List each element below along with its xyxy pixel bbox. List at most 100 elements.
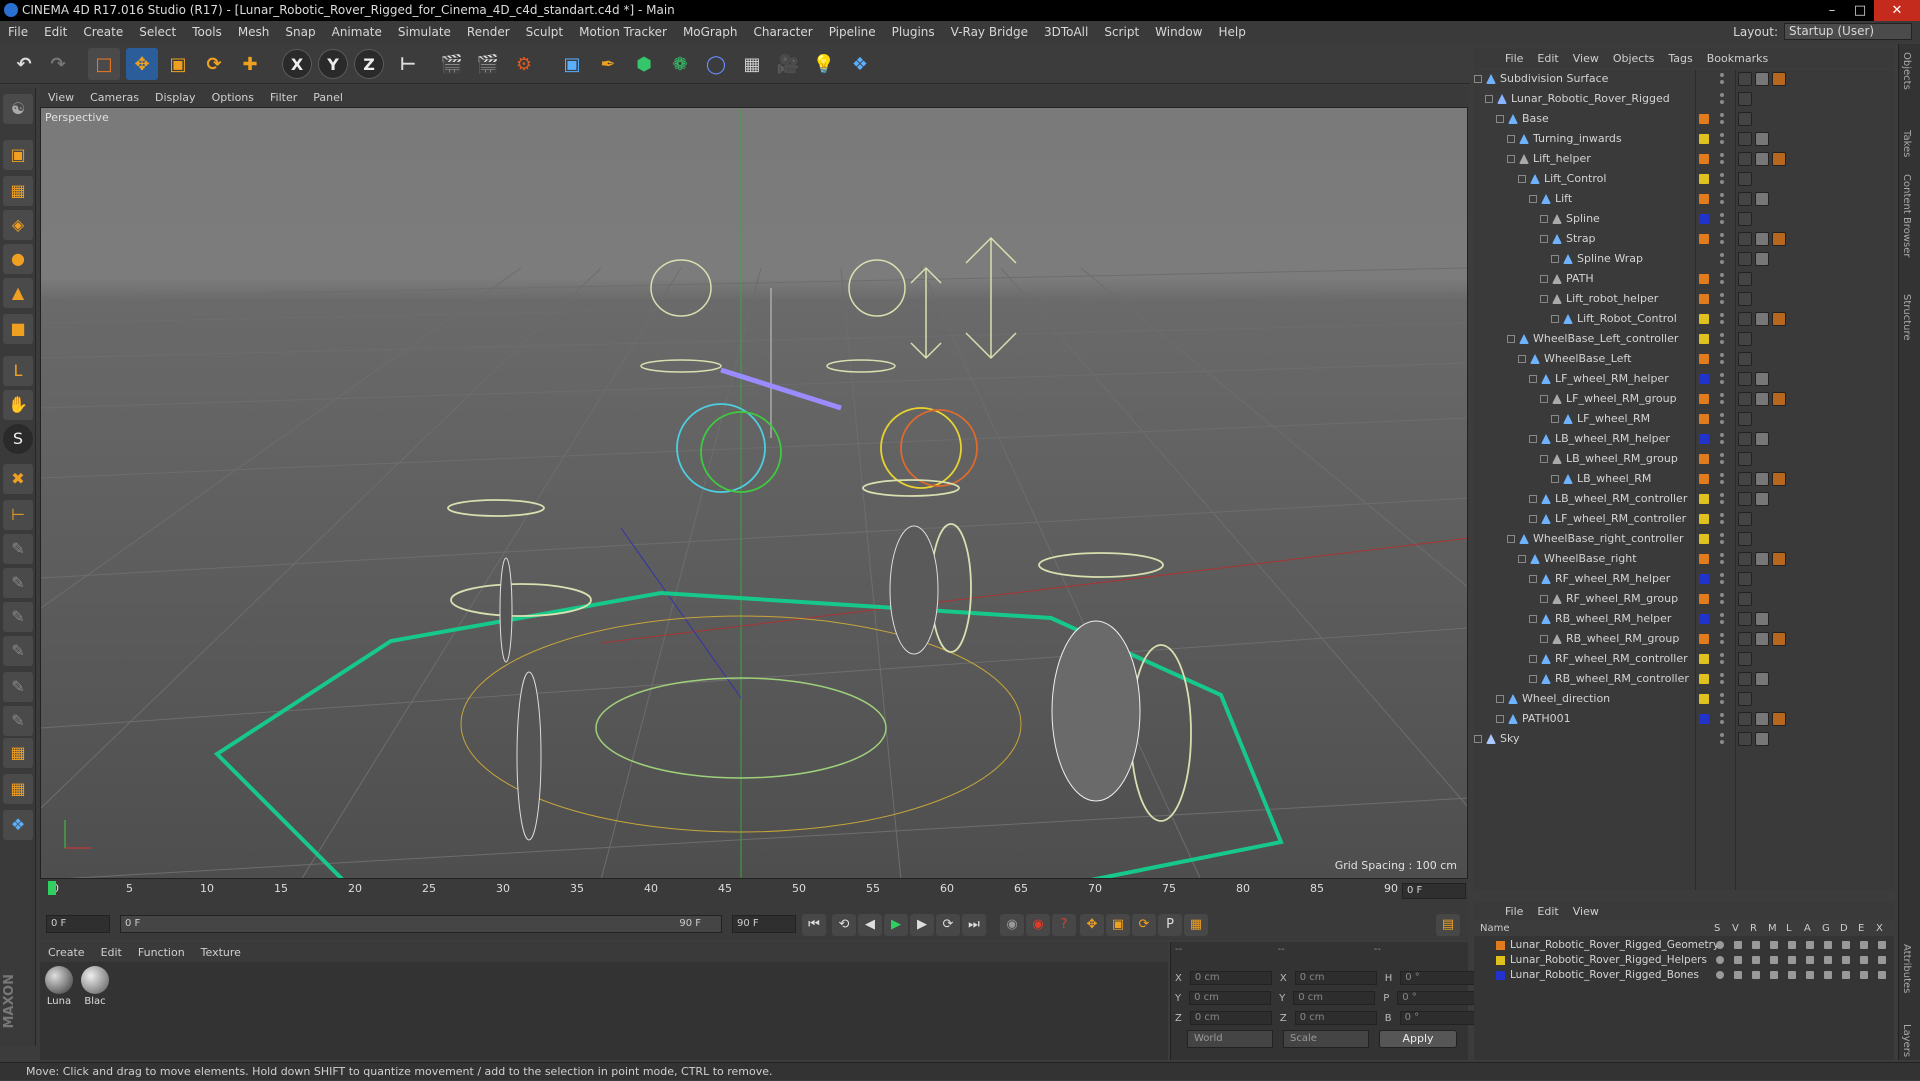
y-axis-lock-icon[interactable]: Y xyxy=(318,49,348,79)
layer-column-header[interactable]: X xyxy=(1876,923,1883,934)
side-tab-objects[interactable]: Objects xyxy=(1901,52,1912,90)
editor-visibility-dot[interactable] xyxy=(1720,513,1724,517)
layer-column-header[interactable]: M xyxy=(1768,923,1777,934)
point-level-key-icon[interactable]: ▦ xyxy=(1184,914,1208,936)
object-layer-swatch[interactable] xyxy=(1699,594,1709,604)
layer-toggle-icon[interactable] xyxy=(1860,971,1868,979)
points-mode-icon[interactable]: ● xyxy=(3,244,33,274)
expand-toggle-icon[interactable] xyxy=(1507,135,1515,143)
menu-pipeline[interactable]: Pipeline xyxy=(821,25,884,39)
menu-sculpt[interactable]: Sculpt xyxy=(518,25,571,39)
editor-visibility-dot[interactable] xyxy=(1720,333,1724,337)
tag-icon[interactable] xyxy=(1772,312,1786,326)
size-x-field[interactable]: 0 cm xyxy=(1294,971,1377,985)
object-row[interactable]: Lift_Control xyxy=(1474,170,1894,189)
expand-toggle-icon[interactable] xyxy=(1540,215,1548,223)
editor-visibility-dot[interactable] xyxy=(1720,673,1724,677)
expand-toggle-icon[interactable] xyxy=(1540,395,1548,403)
move-tool-icon[interactable]: ✥ xyxy=(126,48,158,80)
scale-key-icon[interactable]: ▣ xyxy=(1106,914,1130,936)
layer-toggle-icon[interactable] xyxy=(1806,941,1814,949)
render-visibility-dot[interactable] xyxy=(1720,580,1724,584)
object-row[interactable]: RF_wheel_RM_group xyxy=(1474,590,1894,609)
render-visibility-dot[interactable] xyxy=(1720,340,1724,344)
close-button[interactable]: ✕ xyxy=(1874,0,1920,21)
object-row[interactable]: Lift_helper xyxy=(1474,150,1894,169)
tag-icon[interactable] xyxy=(1755,432,1769,446)
object-layer-swatch[interactable] xyxy=(1699,154,1709,164)
object-layer-swatch[interactable] xyxy=(1699,214,1709,224)
side-tab-attributes[interactable]: Attributes xyxy=(1901,944,1912,993)
axis-mode-icon[interactable]: L xyxy=(3,356,33,386)
editor-visibility-dot[interactable] xyxy=(1720,133,1724,137)
expand-toggle-icon[interactable] xyxy=(1507,335,1515,343)
expand-toggle-icon[interactable] xyxy=(1540,635,1548,643)
layer-column-header[interactable]: R xyxy=(1750,923,1757,934)
menu-script[interactable]: Script xyxy=(1096,25,1147,39)
object-row[interactable]: LF_wheel_RM_helper xyxy=(1474,370,1894,389)
render-picture-viewer-icon[interactable]: 🎬 xyxy=(472,48,504,80)
menu-help[interactable]: Help xyxy=(1210,25,1253,39)
tag-icon[interactable] xyxy=(1738,212,1752,226)
record-active-icon[interactable]: ◉ xyxy=(1000,914,1024,936)
live-selection-icon[interactable]: □ xyxy=(88,48,120,80)
expand-toggle-icon[interactable] xyxy=(1518,175,1526,183)
tag-icon[interactable] xyxy=(1755,152,1769,166)
expand-toggle-icon[interactable] xyxy=(1551,475,1559,483)
layout-dropdown[interactable]: Startup (User) xyxy=(1784,23,1912,40)
object-row[interactable]: LB_wheel_RM xyxy=(1474,470,1894,489)
layer-toggle-icon[interactable] xyxy=(1878,971,1886,979)
previous-key-icon[interactable]: ⟲ xyxy=(832,914,856,936)
tag-icon[interactable] xyxy=(1755,252,1769,266)
tag-icon[interactable] xyxy=(1738,392,1752,406)
object-row[interactable]: WheelBase_Left_controller xyxy=(1474,330,1894,349)
object-layer-swatch[interactable] xyxy=(1699,194,1709,204)
layer-column-header[interactable]: E xyxy=(1858,923,1864,934)
render-visibility-dot[interactable] xyxy=(1720,660,1724,664)
parameter-key-icon[interactable]: P xyxy=(1158,914,1182,936)
expand-toggle-icon[interactable] xyxy=(1507,155,1515,163)
tag-icon[interactable] xyxy=(1738,192,1752,206)
object-layer-swatch[interactable] xyxy=(1699,354,1709,364)
position-x-field[interactable]: 0 cm xyxy=(1189,971,1272,985)
sculpt-brush-icon[interactable]: ✎ xyxy=(3,534,33,564)
menu-3dtoall[interactable]: 3DToAll xyxy=(1036,25,1096,39)
render-visibility-dot[interactable] xyxy=(1720,420,1724,424)
expand-toggle-icon[interactable] xyxy=(1540,455,1548,463)
object-menu-objects[interactable]: Objects xyxy=(1606,52,1662,65)
expand-toggle-icon[interactable] xyxy=(1540,295,1548,303)
tag-icon[interactable] xyxy=(1738,512,1752,526)
z-axis-lock-icon[interactable]: Z xyxy=(354,49,384,79)
object-row[interactable]: PATH xyxy=(1474,270,1894,289)
layer-toggle-icon[interactable] xyxy=(1824,971,1832,979)
render-visibility-dot[interactable] xyxy=(1720,440,1724,444)
editor-visibility-dot[interactable] xyxy=(1720,233,1724,237)
timeline-window-icon[interactable]: ▤ xyxy=(1436,914,1460,936)
object-layer-swatch[interactable] xyxy=(1699,334,1709,344)
render-visibility-dot[interactable] xyxy=(1720,180,1724,184)
layer-toggle-icon[interactable] xyxy=(1734,941,1742,949)
position-key-icon[interactable]: ✥ xyxy=(1080,914,1104,936)
tag-icon[interactable] xyxy=(1738,172,1752,186)
object-row[interactable]: LF_wheel_RM_controller xyxy=(1474,510,1894,529)
layer-column-header[interactable]: L xyxy=(1786,923,1792,934)
tag-icon[interactable] xyxy=(1738,132,1752,146)
object-layer-swatch[interactable] xyxy=(1699,714,1709,724)
tag-icon[interactable] xyxy=(1738,312,1752,326)
layer-column-header[interactable]: A xyxy=(1804,923,1811,934)
tag-icon[interactable] xyxy=(1772,472,1786,486)
tag-icon[interactable] xyxy=(1738,472,1752,486)
tag-icon[interactable] xyxy=(1738,252,1752,266)
maximize-button[interactable]: □ xyxy=(1846,0,1874,21)
editor-visibility-dot[interactable] xyxy=(1720,553,1724,557)
end-frame-field[interactable]: 90 F xyxy=(732,915,796,933)
layer-toggle-icon[interactable] xyxy=(1842,941,1850,949)
tag-icon[interactable] xyxy=(1772,152,1786,166)
expand-toggle-icon[interactable] xyxy=(1474,75,1482,83)
tag-icon[interactable] xyxy=(1738,72,1752,86)
layer-toggle-icon[interactable] xyxy=(1878,941,1886,949)
layer-toggle-icon[interactable] xyxy=(1752,971,1760,979)
editor-visibility-dot[interactable] xyxy=(1720,593,1724,597)
render-visibility-dot[interactable] xyxy=(1720,240,1724,244)
render-visibility-dot[interactable] xyxy=(1720,720,1724,724)
